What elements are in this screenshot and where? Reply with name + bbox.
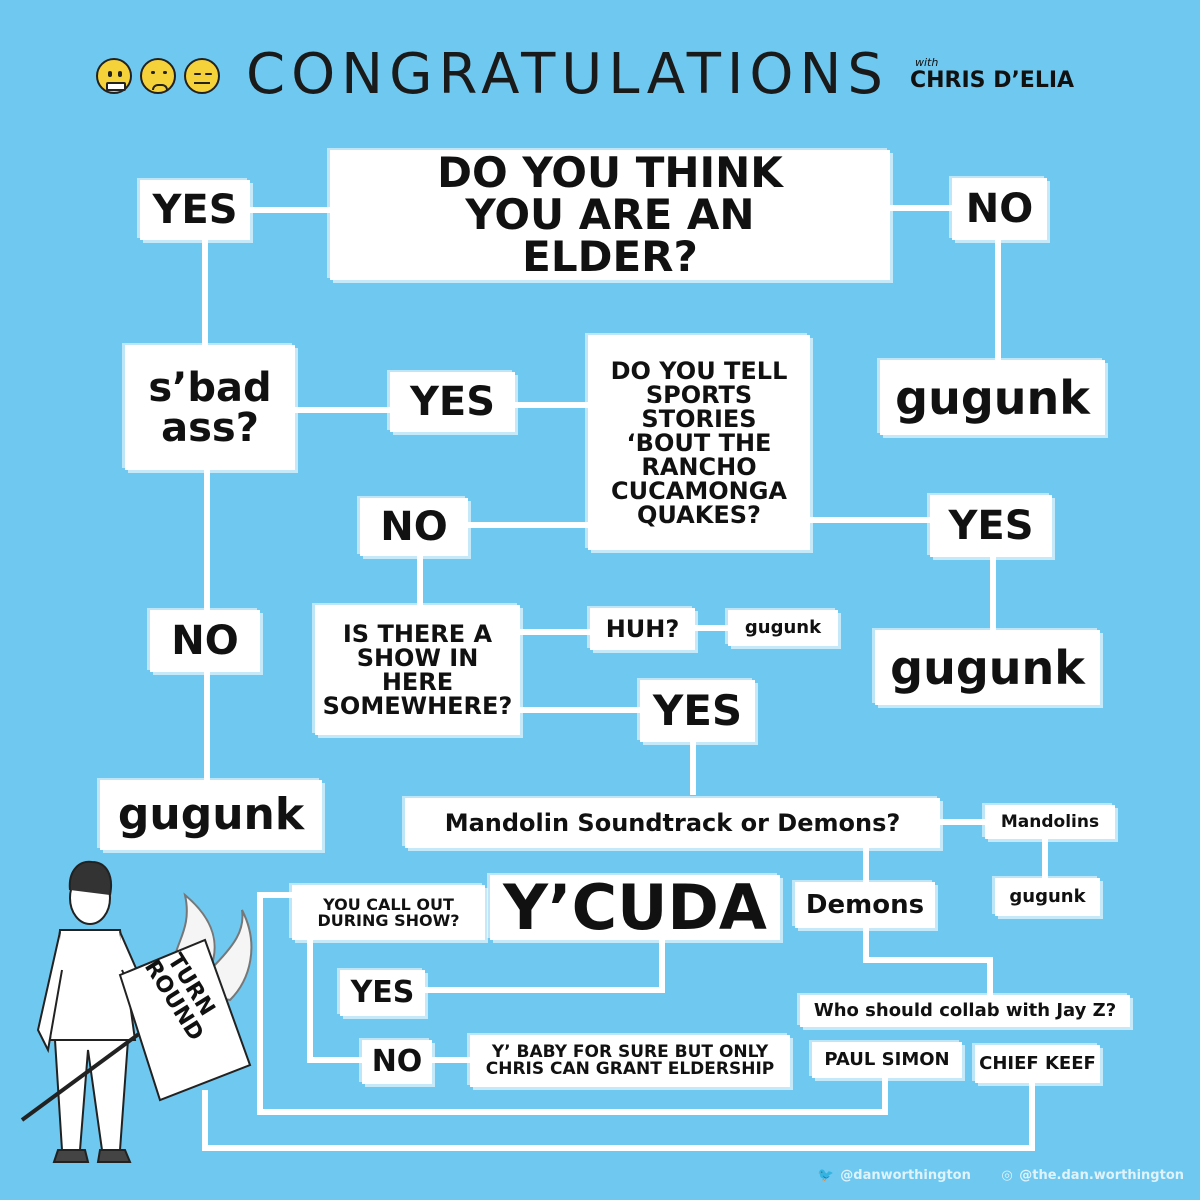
grimacing-face-icon	[96, 58, 132, 94]
twitter-handle[interactable]: @danworthington	[840, 1168, 971, 1183]
answer-yes-show: YES	[640, 680, 755, 742]
answer-mandolins: Mandolins	[985, 805, 1115, 839]
result-gugunk-small2: gugunk	[995, 878, 1100, 916]
page-title: CONGRATULATIONS	[246, 42, 889, 107]
answer-no-top: NO	[952, 178, 1047, 240]
answer-yes-callout: YES	[340, 970, 425, 1016]
result-gugunk-right: gugunk	[880, 360, 1105, 435]
answer-no-mid: NO	[360, 498, 468, 556]
question-call-out: YOU CALL OUT DURING SHOW?	[292, 885, 485, 940]
result-gugunk-right2: gugunk	[875, 630, 1100, 705]
result-baby-eldership: Y’ BABY FOR SURE BUT ONLY CHRIS CAN GRAN…	[470, 1035, 790, 1087]
question-mandolin-or-demons: Mandolin Soundtrack or Demons?	[405, 798, 940, 848]
instagram-icon: ◎	[1001, 1168, 1013, 1183]
result-gugunk-left: gugunk	[100, 780, 322, 850]
question-elder: DO YOU THINK YOU ARE AN ELDER?	[330, 150, 890, 280]
credits: 🐦 @danworthington ◎ @the.dan.worthington	[792, 1168, 1184, 1183]
question-show: IS THERE A SHOW IN HERE SOMEWHERE?	[315, 605, 520, 735]
answer-huh: HUH?	[590, 608, 695, 650]
question-sbad-ass: s’bad ass?	[125, 345, 295, 470]
answer-no-left: NO	[150, 610, 260, 672]
question-sports-stories: DO YOU TELL SPORTS STORIES ‘BOUT THE RAN…	[588, 335, 810, 550]
instagram-handle[interactable]: @the.dan.worthington	[1019, 1168, 1184, 1183]
answer-paul-simon: PAUL SIMON	[812, 1042, 962, 1078]
disappointed-face-icon	[140, 58, 176, 94]
question-jay-z-collab: Who should collab with Jay Z?	[800, 995, 1130, 1027]
answer-chief-keef: CHIEF KEEF	[975, 1045, 1100, 1083]
answer-demons: Demons	[795, 882, 935, 928]
host-name: CHRIS D’ELIA	[910, 68, 1075, 93]
answer-no-callout: NO	[362, 1040, 432, 1084]
result-gugunk-small1: gugunk	[728, 610, 838, 646]
result-ycuda: Y’CUDA	[490, 875, 780, 940]
twitter-icon: 🐦	[817, 1168, 834, 1183]
man-holding-sign-illustration	[20, 860, 253, 1163]
answer-yes-mid: YES	[390, 372, 515, 432]
answer-yes-right: YES	[930, 495, 1052, 557]
expressionless-face-icon	[184, 58, 220, 94]
answer-yes-top: YES	[140, 180, 250, 240]
